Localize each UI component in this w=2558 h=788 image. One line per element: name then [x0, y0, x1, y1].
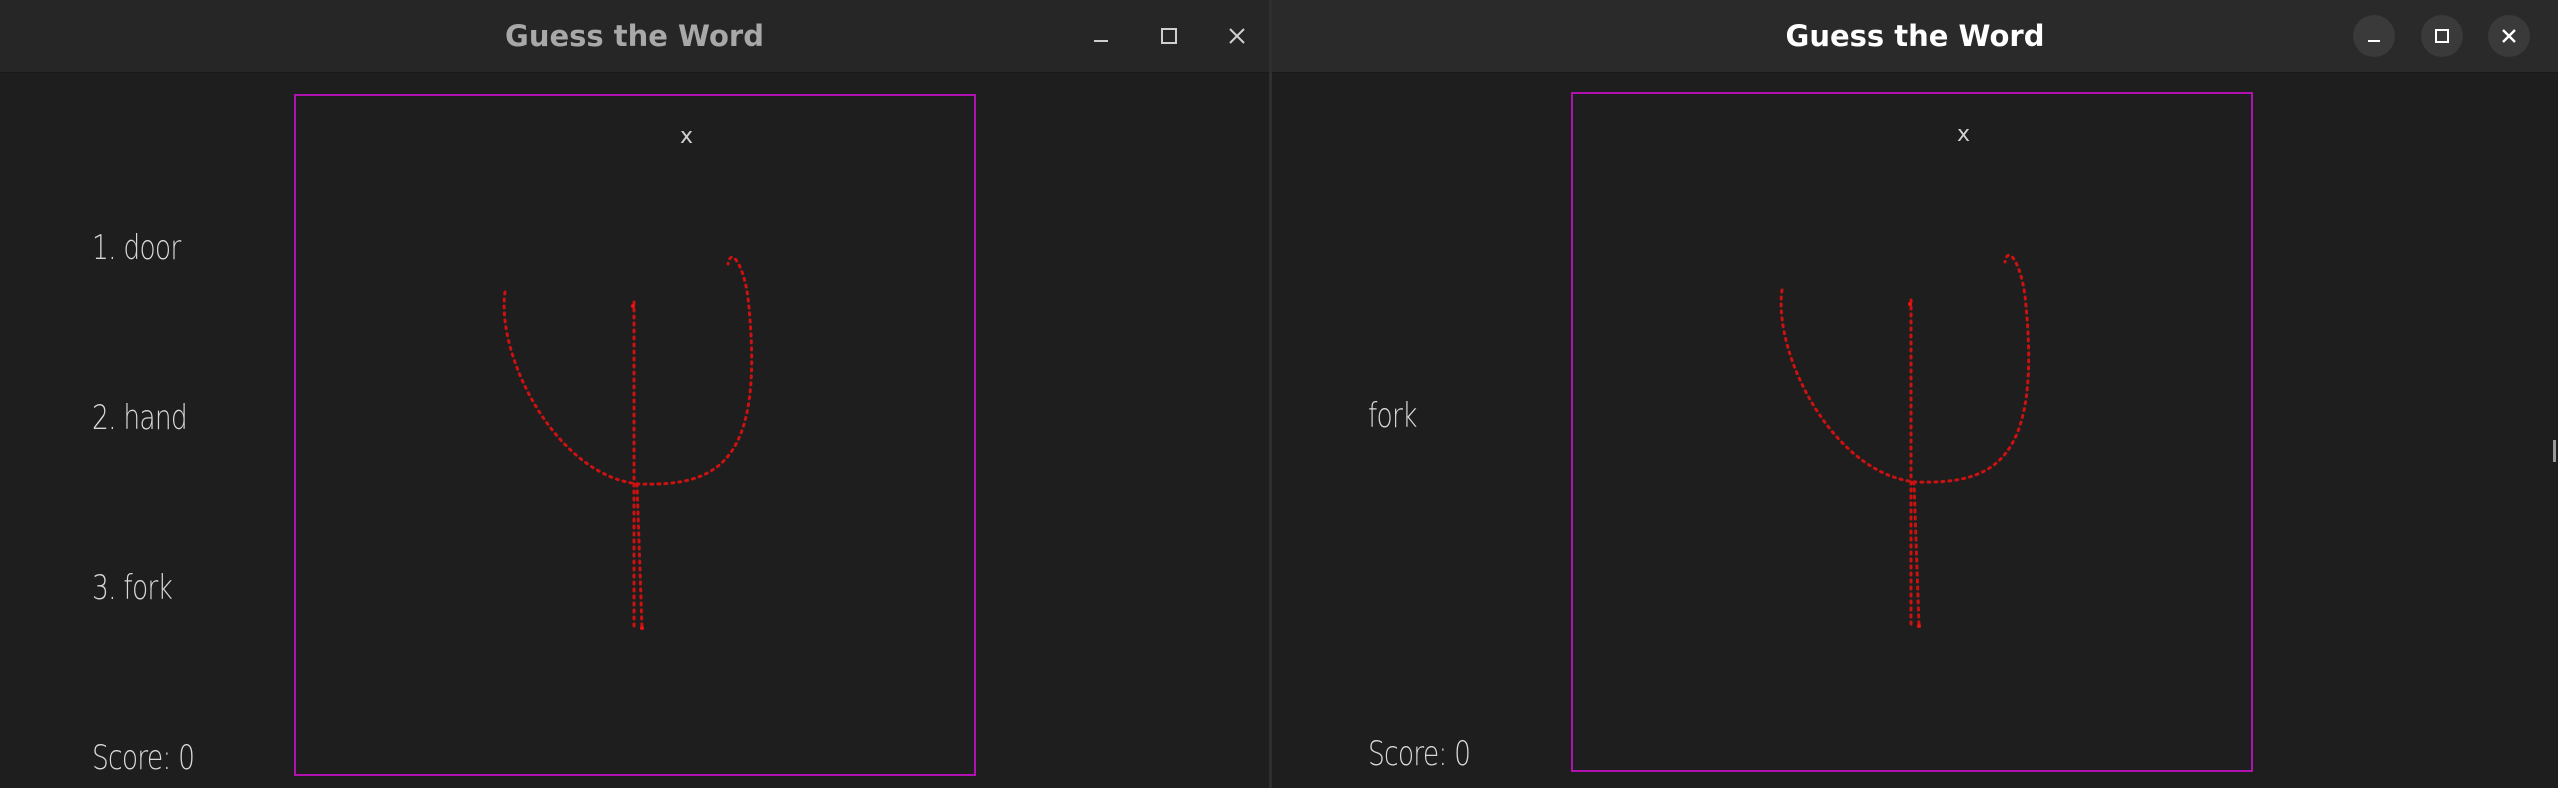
- maximize-button[interactable]: [2421, 15, 2463, 57]
- option-2[interactable]: 2. hand: [92, 398, 188, 438]
- titlebar[interactable]: Guess the Word: [1272, 0, 2558, 73]
- minimize-button[interactable]: [1080, 15, 1122, 57]
- minimize-button[interactable]: [2353, 15, 2395, 57]
- guess-label: fork: [1368, 396, 1417, 436]
- window-title: Guess the Word: [505, 19, 764, 53]
- minimize-icon: [1094, 40, 1108, 42]
- maximize-icon: [2435, 29, 2449, 43]
- minimize-icon: [2368, 40, 2380, 42]
- titlebar[interactable]: Guess the Word: [0, 0, 1269, 73]
- left-window: Guess the Word 1. door 2. hand 3. fork S…: [0, 0, 1269, 788]
- close-icon: [1229, 28, 1245, 44]
- close-icon: [2502, 29, 2516, 43]
- close-button[interactable]: [2488, 15, 2530, 57]
- option-3[interactable]: 3. fork: [92, 568, 173, 608]
- fork-drawing: [502, 255, 754, 630]
- score-label: Score: 0: [1368, 734, 1471, 774]
- resize-handle[interactable]: [2553, 440, 2556, 462]
- fork-drawing: [1779, 253, 2031, 628]
- right-window: Guess the Word fork Score: 0 x: [1272, 0, 2558, 788]
- score-label: Score: 0: [92, 738, 195, 778]
- drawing-canvas[interactable]: x: [294, 94, 976, 776]
- maximize-button[interactable]: [1148, 15, 1190, 57]
- option-1[interactable]: 1. door: [92, 228, 181, 268]
- drawing-canvas[interactable]: x: [1571, 92, 2253, 772]
- maximize-icon: [1161, 28, 1177, 44]
- close-button[interactable]: [1216, 15, 1258, 57]
